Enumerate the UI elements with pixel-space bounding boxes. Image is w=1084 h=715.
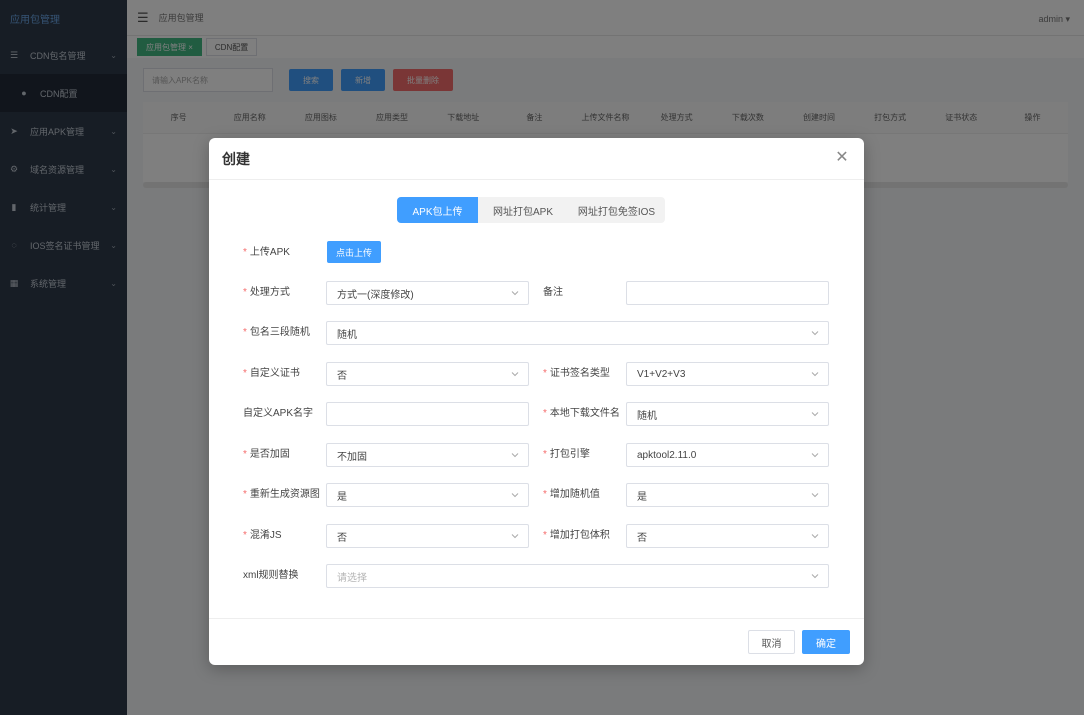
size-value: 否 (637, 532, 647, 544)
dialog-header: 创建 ✕ (209, 138, 864, 180)
chevron-down-icon (811, 412, 819, 417)
xml-placeholder: 请选择 (337, 572, 367, 584)
create-dialog: 创建 ✕ APK包上传 网址打包APK 网址打包免签IOS * 上传APK 点击上… (209, 138, 864, 665)
pkg-value: 随机 (337, 329, 357, 341)
obfjs-label: * 混淆JS (243, 530, 282, 541)
tab-apk-upload[interactable]: APK包上传 (397, 197, 478, 223)
randval-value: 是 (637, 491, 647, 503)
randval-label: * 增加随机值 (543, 489, 600, 500)
harden-value: 不加固 (337, 451, 367, 463)
confirm-button[interactable]: 确定 (802, 630, 850, 654)
cert-label: * 自定义证书 (243, 368, 300, 379)
regen-select[interactable]: 是 (326, 483, 529, 507)
chevron-down-icon (511, 493, 519, 498)
obfjs-value: 否 (337, 532, 347, 544)
engine-select[interactable]: apktool2.11.0 (626, 443, 829, 467)
row-cert: * 自定义证书 否 * 证书签名类型 V1+V2+V3 (209, 362, 864, 386)
engine-label: * 打包引擎 (543, 449, 590, 460)
upload-button[interactable]: 点击上传 (327, 241, 381, 263)
size-label: * 增加打包体积 (543, 530, 610, 541)
cert-select[interactable]: 否 (326, 362, 529, 386)
regen-label-text: 重新生成资源图 (249, 489, 320, 500)
sign-label: * 证书签名类型 (543, 368, 610, 379)
harden-select[interactable]: 不加固 (326, 443, 529, 467)
remark-input[interactable] (626, 281, 829, 305)
cancel-button[interactable]: 取消 (748, 630, 795, 654)
tab-url-ios[interactable]: 网址打包免签IOS (568, 197, 665, 223)
upload-label: * 上传APK (243, 247, 290, 258)
localfile-select[interactable]: 随机 (626, 402, 829, 426)
size-label-text: 增加打包体积 (549, 530, 610, 541)
process-select[interactable]: 方式一(深度修改) (326, 281, 529, 305)
close-icon[interactable]: ✕ (834, 150, 850, 166)
chevron-down-icon (511, 453, 519, 458)
chevron-down-icon (511, 372, 519, 377)
sign-value: V1+V2+V3 (637, 368, 686, 380)
engine-label-text: 打包引擎 (549, 449, 590, 460)
sign-label-text: 证书签名类型 (549, 368, 610, 379)
randval-label-text: 增加随机值 (549, 489, 600, 500)
dialog-body: APK包上传 网址打包APK 网址打包免签IOS * 上传APK 点击上传 * 处理… (209, 180, 864, 618)
harden-label: * 是否加固 (243, 449, 290, 460)
pkg-label: * 包名三段随机 (243, 327, 310, 338)
localfile-label: * 本地下载文件名 (543, 408, 620, 419)
row-regen: * 重新生成资源图 是 * 增加随机值 是 (209, 483, 864, 507)
regen-value: 是 (337, 491, 347, 503)
chevron-down-icon (511, 291, 519, 296)
row-process: * 处理方式 方式一(深度修改) 备注 (209, 281, 864, 305)
sign-select[interactable]: V1+V2+V3 (626, 362, 829, 386)
localfile-value: 随机 (637, 410, 657, 422)
chevron-down-icon (811, 372, 819, 377)
localfile-label-text: 本地下载文件名 (549, 408, 620, 419)
engine-value: apktool2.11.0 (637, 449, 697, 461)
chevron-down-icon (811, 534, 819, 539)
harden-label-text: 是否加固 (249, 449, 290, 460)
chevron-down-icon (511, 534, 519, 539)
apkname-input[interactable] (326, 402, 529, 426)
size-select[interactable]: 否 (626, 524, 829, 548)
randval-select[interactable]: 是 (626, 483, 829, 507)
apkname-label: 自定义APK名字 (243, 408, 314, 419)
obfjs-select[interactable]: 否 (326, 524, 529, 548)
row-pkg: * 包名三段随机 随机 (209, 321, 864, 345)
row-upload: * 上传APK 点击上传 (209, 241, 864, 265)
dialog-title: 创建 (222, 150, 250, 167)
remark-label: 备注 (543, 287, 563, 298)
pkg-select[interactable]: 随机 (326, 321, 829, 345)
process-label: * 处理方式 (243, 287, 290, 298)
row-xml: xml规则替换 请选择 (209, 564, 864, 588)
row-apkname: 自定义APK名字 * 本地下载文件名 随机 (209, 402, 864, 426)
pkg-label-text: 包名三段随机 (249, 327, 310, 338)
obfjs-label-text: 混淆JS (249, 530, 282, 541)
cert-value: 否 (337, 370, 347, 382)
xml-label: xml规则替换 (243, 570, 299, 581)
process-value: 方式一(深度修改) (337, 289, 414, 301)
chevron-down-icon (811, 493, 819, 498)
row-obfjs: * 混淆JS 否 * 增加打包体积 否 (209, 524, 864, 548)
chevron-down-icon (811, 453, 819, 458)
dialog-footer: 取消 确定 (209, 618, 864, 665)
chevron-down-icon (811, 574, 819, 579)
regen-label: * 重新生成资源图 (243, 489, 320, 500)
upload-mode-tabs: APK包上传 网址打包APK 网址打包免签IOS (397, 197, 665, 223)
row-harden: * 是否加固 不加固 * 打包引擎 apktool2.11.0 (209, 443, 864, 467)
process-label-text: 处理方式 (249, 287, 290, 298)
upload-label-text: 上传APK (249, 247, 290, 258)
chevron-down-icon (811, 331, 819, 336)
tab-url-apk[interactable]: 网址打包APK (478, 197, 568, 223)
cert-label-text: 自定义证书 (249, 368, 300, 379)
xml-select[interactable]: 请选择 (326, 564, 829, 588)
